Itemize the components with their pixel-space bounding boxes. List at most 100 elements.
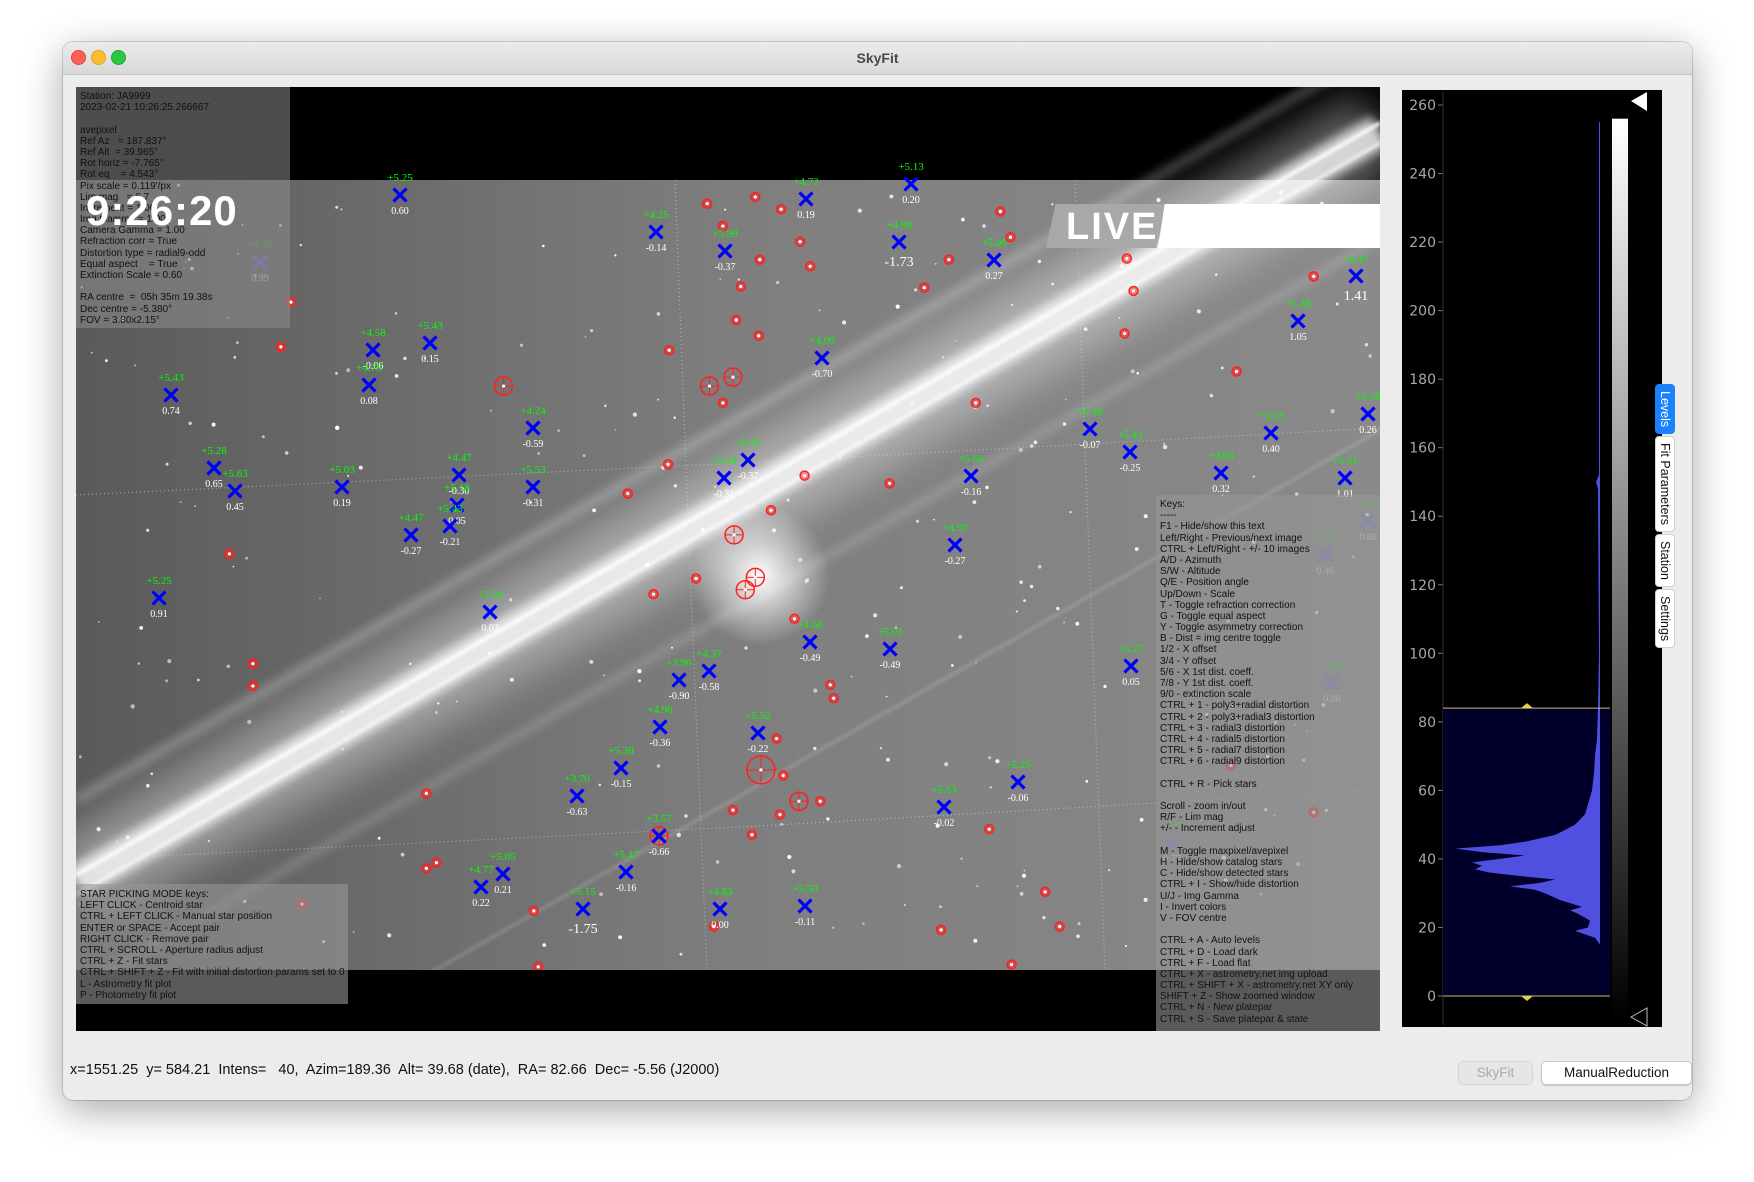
detected-star-marker[interactable] xyxy=(771,733,782,744)
star xyxy=(719,278,722,281)
star xyxy=(914,288,918,292)
detected-star-marker[interactable] xyxy=(825,679,836,691)
detected-star-marker[interactable] xyxy=(745,567,766,588)
detected-star-marker[interactable] xyxy=(884,478,895,489)
detected-star-marker[interactable] xyxy=(1119,328,1130,339)
detected-star-marker[interactable] xyxy=(804,261,816,272)
catalog-star-residual: 0.22 xyxy=(472,898,490,909)
tab-fit-parameters[interactable]: Fit Parameters xyxy=(1655,436,1675,533)
detected-star-marker[interactable] xyxy=(1005,231,1016,243)
detected-star-marker[interactable] xyxy=(662,459,674,470)
detected-star-marker[interactable] xyxy=(731,314,742,326)
key-help-line: CTRL + I - Show/hide distortion xyxy=(1160,879,1299,891)
star xyxy=(604,404,607,408)
detected-star-marker[interactable] xyxy=(532,961,544,973)
star xyxy=(1019,891,1024,896)
detected-star-marker[interactable] xyxy=(1006,959,1017,970)
tab-station[interactable]: Station xyxy=(1655,534,1675,588)
detected-star-marker[interactable] xyxy=(1128,285,1139,297)
detected-star-marker[interactable] xyxy=(648,588,659,600)
star xyxy=(954,340,957,342)
detected-star-marker[interactable] xyxy=(528,905,540,917)
detected-star-marker[interactable] xyxy=(799,470,810,481)
detected-star-marker[interactable] xyxy=(717,397,729,409)
detected-star-marker[interactable] xyxy=(224,548,235,560)
sky-image-view[interactable]: +5.250.60+4.700.99+4.25-0.14+5.98-0.37+4… xyxy=(76,87,1380,1031)
star xyxy=(618,935,623,940)
levels-histogram[interactable]: 260 240 220 200 180 160 140 120 100 80 60 40 20 0 xyxy=(1402,90,1662,1027)
star xyxy=(1221,366,1224,370)
picking-help-line: L - Astrometry fit plot xyxy=(80,978,172,990)
detected-star-marker[interactable] xyxy=(774,809,786,820)
detected-star-marker[interactable] xyxy=(746,829,758,841)
star xyxy=(232,565,235,568)
detected-star-marker[interactable] xyxy=(935,924,947,936)
min-level-triangle-handle[interactable] xyxy=(1629,1007,1648,1027)
detected-star-marker[interactable] xyxy=(247,680,259,692)
detected-star-marker[interactable] xyxy=(943,254,955,265)
detected-star-marker[interactable] xyxy=(746,755,776,785)
tab-levels[interactable]: Levels xyxy=(1655,384,1675,435)
manual-reduction-mode-button[interactable]: ManualReduction xyxy=(1541,1061,1692,1085)
catalog-star-residual: -0.37 xyxy=(738,471,759,482)
detected-star-marker[interactable] xyxy=(493,376,514,396)
detected-star-marker[interactable] xyxy=(690,573,702,584)
detected-star-marker[interactable] xyxy=(723,367,743,387)
star xyxy=(125,835,130,840)
detected-star-marker[interactable] xyxy=(663,344,675,356)
detected-star-marker[interactable] xyxy=(778,770,789,781)
detected-star-marker[interactable] xyxy=(794,236,806,247)
detected-star-marker[interactable] xyxy=(753,330,764,341)
detected-star-marker[interactable] xyxy=(983,823,995,835)
detected-star-marker[interactable] xyxy=(421,788,432,799)
star xyxy=(98,621,100,623)
catalog-star-magnitude: +4.83 xyxy=(707,886,733,898)
detected-star-marker[interactable] xyxy=(727,804,739,816)
detected-star-marker[interactable] xyxy=(995,206,1006,217)
detected-star-marker[interactable] xyxy=(1121,253,1133,264)
catalog-star-residual: 0.40 xyxy=(1262,444,1280,455)
star xyxy=(211,422,216,427)
lower-level-handle[interactable] xyxy=(1521,996,1533,1001)
star xyxy=(226,664,231,669)
detected-star-marker[interactable] xyxy=(247,658,259,669)
detected-star-marker[interactable] xyxy=(828,693,839,704)
detected-star-marker[interactable] xyxy=(1039,886,1051,898)
detected-star-marker[interactable] xyxy=(775,204,787,215)
detected-star-marker[interactable] xyxy=(735,579,756,600)
key-help-line: V - FOV centre xyxy=(1160,912,1227,924)
detected-star-marker[interactable] xyxy=(1054,921,1065,932)
detected-star-marker[interactable] xyxy=(754,254,766,265)
key-help-line: S/W - Altitude xyxy=(1160,566,1221,578)
detected-star-marker[interactable] xyxy=(699,376,720,396)
detected-star-marker[interactable] xyxy=(431,857,442,868)
star xyxy=(1029,584,1034,589)
detected-star-marker[interactable] xyxy=(750,191,761,203)
detected-star-marker[interactable] xyxy=(765,505,777,516)
detected-star-marker[interactable] xyxy=(1231,366,1242,377)
detected-star-marker[interactable] xyxy=(275,341,287,353)
catalog-star-magnitude: +5.25 xyxy=(146,575,172,587)
upper-level-handle[interactable] xyxy=(1521,703,1533,709)
star xyxy=(194,505,197,508)
star xyxy=(780,822,783,826)
levels-axis-tick-label: 240 xyxy=(1409,167,1436,183)
max-level-triangle-handle[interactable] xyxy=(1631,92,1647,111)
detected-star-marker[interactable] xyxy=(735,281,747,292)
detected-star-marker[interactable] xyxy=(724,525,744,545)
detected-star-marker[interactable] xyxy=(970,397,982,409)
detected-star-marker[interactable] xyxy=(919,282,930,293)
detected-star-marker[interactable] xyxy=(701,198,713,209)
tab-settings[interactable]: Settings xyxy=(1655,589,1675,649)
star xyxy=(638,679,642,683)
key-help-line xyxy=(1160,790,1380,801)
skyfit-mode-button[interactable]: SkyFit xyxy=(1458,1061,1533,1085)
detected-star-marker[interactable] xyxy=(814,795,826,807)
catalog-star-magnitude: +5.03 xyxy=(329,464,355,476)
catalog-star-residual: -1.73 xyxy=(884,255,913,270)
gradient-bar[interactable] xyxy=(1612,118,1628,1021)
detected-star-marker[interactable] xyxy=(622,488,634,499)
detected-star-marker[interactable] xyxy=(789,791,809,811)
detected-star-marker[interactable] xyxy=(421,863,432,874)
detected-star-marker[interactable] xyxy=(1308,271,1319,282)
